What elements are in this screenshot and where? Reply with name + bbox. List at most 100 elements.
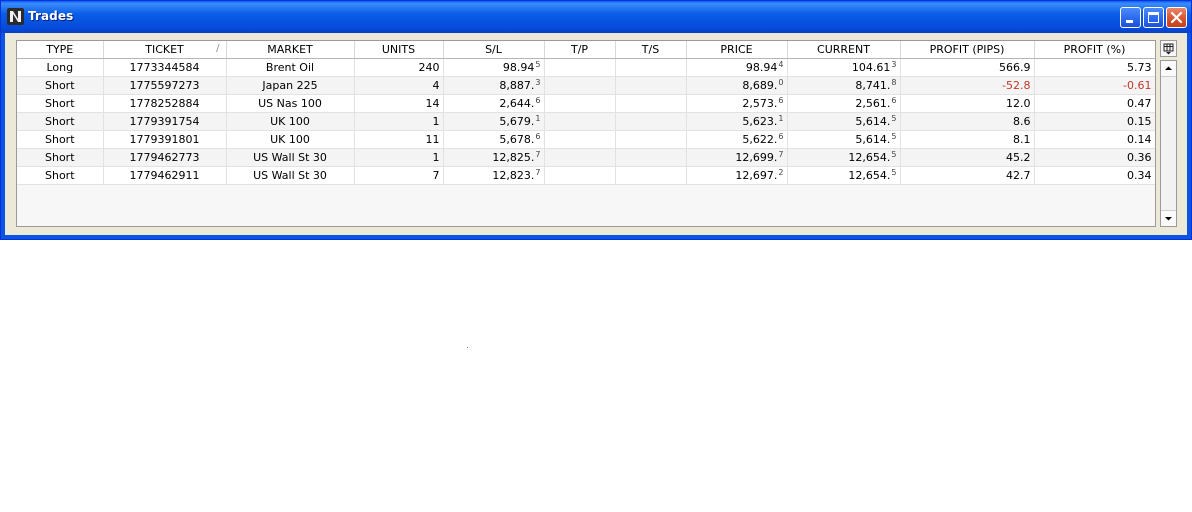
cell-take-profit [544,148,616,167]
close-icon [1170,11,1183,24]
table-row[interactable]: Short 1779462911 US Wall St 30 7 12,823.7 12,… [17,166,1155,185]
cell-units: 4 [354,76,444,95]
cell-profit-pips: 8.1 [900,130,1035,149]
cell-take-profit [544,58,616,77]
stray-pixel [467,347,468,348]
cell-market: US Wall St 30 [226,148,355,167]
cell-profit-pct: -0.61 [1034,76,1155,95]
column-chooser-button[interactable] [1160,40,1177,57]
cell-trailing-stop [615,76,687,95]
column-header-profit-pips[interactable]: PROFIT (PIPS) [900,41,1035,59]
maximize-button[interactable] [1143,7,1164,28]
cell-profit-pips: 8.6 [900,112,1035,131]
minimize-button[interactable] [1120,7,1141,28]
cell-market: US Wall St 30 [226,166,355,185]
column-header-type[interactable]: TYPE [17,41,104,59]
column-chooser-icon [1163,43,1174,55]
cell-current: 5,614.5 [787,112,901,131]
cell-current: 12,654.5 [787,148,901,167]
cell-stop-loss: 98.945 [443,58,545,77]
sort-indicator: / [216,43,220,54]
cell-trailing-stop [615,58,687,77]
window-client-area: TYPE TICKET / MARKET UNITS S/L T/P T/S PR… [5,33,1187,235]
cell-stop-loss: 5,679.1 [443,112,545,131]
cell-units: 1 [354,148,444,167]
table-row[interactable]: Short 1779391754 UK 100 1 5,679.1 5,623.1 5,61… [17,112,1155,131]
cell-take-profit [544,94,616,113]
trades-grid: TYPE TICKET / MARKET UNITS S/L T/P T/S PR… [16,40,1156,227]
column-header-current[interactable]: CURRENT [787,41,901,59]
trades-table: TYPE TICKET / MARKET UNITS S/L T/P T/S PR… [17,41,1155,185]
cell-take-profit [544,112,616,131]
window-title: Trades [28,9,74,23]
cell-market: Brent Oil [226,58,355,77]
table-row[interactable]: Long 1773344584 Brent Oil 240 98.945 98.944 10… [17,58,1155,77]
cell-units: 14 [354,94,444,113]
column-header-profit-pct[interactable]: PROFIT (%) [1034,41,1155,59]
table-row[interactable]: Short 1779462773 US Wall St 30 1 12,825.7 12,… [17,148,1155,167]
cell-ticket: 1775597273 [103,76,227,95]
scroll-up-arrow-icon [1165,66,1172,70]
cell-trailing-stop [615,166,687,185]
cell-price: 98.944 [686,58,788,77]
cell-ticket: 1779391754 [103,112,227,131]
cell-price: 12,697.2 [686,166,788,185]
column-header-units[interactable]: UNITS [354,41,444,59]
trades-table-body: Long 1773344584 Brent Oil 240 98.945 98.944 10… [17,58,1155,185]
table-row[interactable]: Short 1778252884 US Nas 100 14 2,644.6 2,573.… [17,94,1155,113]
cell-stop-loss: 12,823.7 [443,166,545,185]
cell-type: Long [17,58,104,77]
cell-type: Short [17,112,104,131]
column-header-price[interactable]: PRICE [686,41,788,59]
trades-window: Trades TYPE TICKET / MARKET UNITS S/L T/… [0,0,1192,240]
cell-units: 7 [354,166,444,185]
table-row[interactable]: Short 1779391801 UK 100 11 5,678.6 5,622.6 5,6… [17,130,1155,149]
cell-profit-pct: 0.34 [1034,166,1155,185]
column-header-sl[interactable]: S/L [443,41,545,59]
cell-price: 2,573.6 [686,94,788,113]
cell-ticket: 1779462773 [103,148,227,167]
cell-current: 104.613 [787,58,901,77]
ninja-app-icon [7,8,24,25]
cell-type: Short [17,148,104,167]
cell-price: 12,699.7 [686,148,788,167]
scroll-down-button[interactable] [1161,210,1176,226]
cell-ticket: 1773344584 [103,58,227,77]
cell-current: 8,741.8 [787,76,901,95]
cell-price: 8,689.0 [686,76,788,95]
grid-scrollbar-area [1160,40,1177,227]
cell-take-profit [544,166,616,185]
close-button[interactable] [1166,7,1187,28]
column-header-ticket[interactable]: TICKET / [103,41,227,59]
cell-profit-pips: 566.9 [900,58,1035,77]
column-header-market[interactable]: MARKET [226,41,355,59]
cell-profit-pct: 0.47 [1034,94,1155,113]
column-header-tp[interactable]: T/P [544,41,616,59]
cell-ticket: 1779391801 [103,130,227,149]
cell-current: 2,561.6 [787,94,901,113]
cell-take-profit [544,76,616,95]
cell-trailing-stop [615,130,687,149]
cell-type: Short [17,166,104,185]
cell-profit-pips: 42.7 [900,166,1035,185]
cell-units: 11 [354,130,444,149]
cell-market: Japan 225 [226,76,355,95]
cell-units: 240 [354,58,444,77]
cell-stop-loss: 8,887.3 [443,76,545,95]
cell-profit-pct: 0.36 [1034,148,1155,167]
cell-price: 5,623.1 [686,112,788,131]
cell-stop-loss: 2,644.6 [443,94,545,113]
scroll-up-button[interactable] [1161,61,1176,77]
vertical-scrollbar[interactable] [1160,60,1177,227]
title-bar[interactable]: Trades [1,1,1191,33]
cell-price: 5,622.6 [686,130,788,149]
cell-profit-pips: 12.0 [900,94,1035,113]
cell-type: Short [17,94,104,113]
column-header-ts[interactable]: T/S [615,41,687,59]
cell-market: US Nas 100 [226,94,355,113]
cell-market: UK 100 [226,130,355,149]
cell-market: UK 100 [226,112,355,131]
table-row[interactable]: Short 1775597273 Japan 225 4 8,887.3 8,689.0 8… [17,76,1155,95]
scroll-down-arrow-icon [1165,217,1172,221]
cell-type: Short [17,130,104,149]
